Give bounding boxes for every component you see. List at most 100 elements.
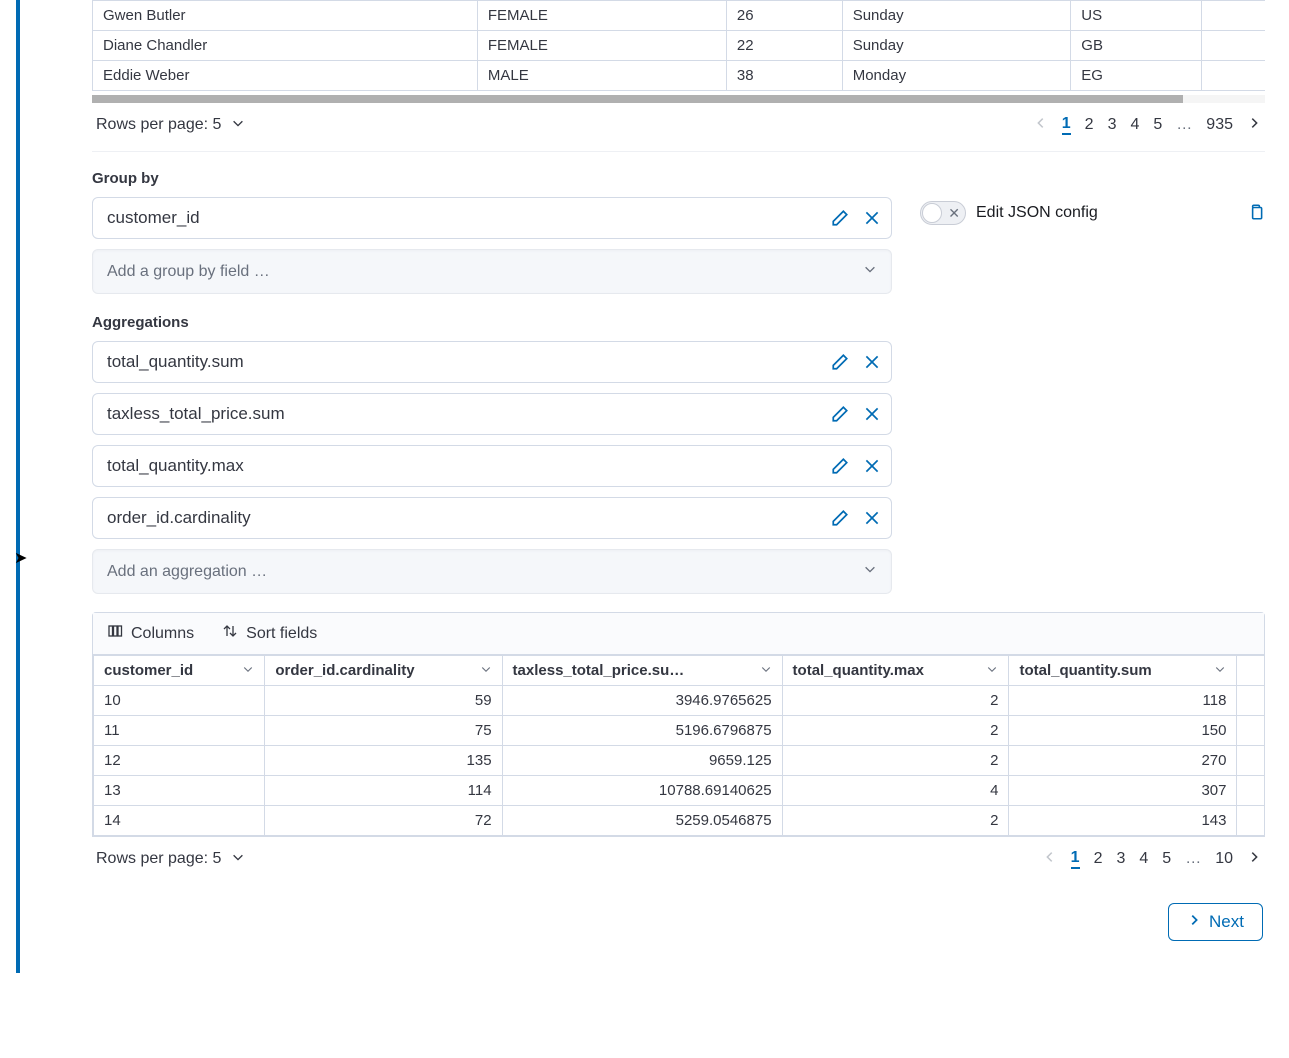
next-button-label: Next [1209,912,1244,932]
add-aggregation-select[interactable]: Add an aggregation … [92,549,892,594]
total-pages[interactable]: 10 [1215,850,1233,868]
divider [92,151,1265,152]
pagination: 1 2 3 4 5 … 10 [1043,849,1261,869]
cell: Sunday [842,31,1071,61]
cell: 118 [1009,686,1237,716]
close-icon[interactable] [863,353,881,371]
edit-icon[interactable] [831,457,849,475]
chevron-right-icon [1187,912,1201,932]
total-pages[interactable]: 935 [1206,116,1233,134]
group-by-heading: Group by [92,170,1265,187]
prev-page-button[interactable] [1043,850,1057,869]
chevron-down-icon [760,662,772,679]
table-row[interactable]: 11 75 5196.6796875 2 150 [94,716,1265,746]
column-header[interactable]: total_quantity.max [782,656,1009,686]
rows-per-page-select[interactable]: Rows per page: 5 [96,850,245,869]
cell: 22 [726,31,842,61]
table-row[interactable]: 14 72 5259.0546875 2 143 [94,806,1265,836]
page-number[interactable]: 3 [1108,116,1117,134]
edit-icon[interactable] [831,509,849,527]
sort-label: Sort fields [246,625,317,643]
page-number[interactable]: 4 [1130,116,1139,134]
scrollbar-thumb[interactable] [92,95,1183,103]
columns-icon [107,623,123,644]
cell: GB [1071,31,1202,61]
page-number[interactable]: 2 [1085,116,1094,134]
aggregation-item: total_quantity.sum [92,341,892,383]
rows-per-page-select[interactable]: Rows per page: 5 [96,116,245,135]
sort-icon [222,623,238,644]
cell: 12 [94,746,265,776]
edit-icon[interactable] [831,209,849,227]
chevron-down-icon [986,662,998,679]
page-number[interactable]: 1 [1062,115,1071,135]
close-icon[interactable] [863,509,881,527]
column-header[interactable]: total_quantity.sum [1009,656,1237,686]
page-number[interactable]: 5 [1162,850,1171,868]
chevron-down-icon [1214,662,1226,679]
cell [1237,686,1264,716]
cell: 11 [94,716,265,746]
copy-to-clipboard-button[interactable] [1247,203,1265,224]
cell [1202,31,1265,61]
aggregation-item-label: total_quantity.sum [107,352,244,372]
edit-icon[interactable] [831,405,849,423]
column-header[interactable]: customer_id [94,656,265,686]
page-number[interactable]: 3 [1116,850,1125,868]
close-icon[interactable] [863,457,881,475]
aggregation-item-label: total_quantity.max [107,456,244,476]
columns-label: Columns [131,625,194,643]
page-ellipsis: … [1176,116,1192,134]
page-number[interactable]: 5 [1153,116,1162,134]
cell: MALE [477,61,726,91]
page-number[interactable]: 4 [1139,850,1148,868]
close-icon[interactable] [863,405,881,423]
columns-button[interactable]: Columns [107,623,194,644]
table-row[interactable]: 10 59 3946.9765625 2 118 [94,686,1265,716]
horizontal-scrollbar[interactable] [92,95,1265,103]
cell: 2 [782,806,1009,836]
chevron-down-icon [863,562,877,581]
table-row[interactable]: 13 114 10788.69140625 4 307 [94,776,1265,806]
page-number[interactable]: 2 [1094,850,1103,868]
pagination: 1 2 3 4 5 … 935 [1034,115,1261,135]
table-row[interactable]: Diane Chandler FEMALE 22 Sunday GB [93,31,1266,61]
cell: 14 [94,806,265,836]
cell: FEMALE [477,31,726,61]
edit-icon[interactable] [831,353,849,371]
rows-per-page-label: Rows per page: 5 [96,116,221,134]
sort-fields-button[interactable]: Sort fields [222,623,317,644]
page-number[interactable]: 1 [1071,849,1080,869]
cell [1202,61,1265,91]
next-page-button[interactable] [1247,850,1261,869]
prev-page-button[interactable] [1034,116,1048,135]
source-table: Gwen Butler FEMALE 26 Sunday US Diane Ch… [92,0,1265,103]
column-header[interactable]: taxless_total_price.su… [502,656,782,686]
cell: Monday [842,61,1071,91]
table-row[interactable]: Gwen Butler FEMALE 26 Sunday US [93,1,1266,31]
cell: 135 [265,746,502,776]
add-group-by-select[interactable]: Add a group by field … [92,249,892,294]
column-header[interactable]: order_id.cardinality [265,656,502,686]
table-row[interactable]: 12 135 9659.125 2 270 [94,746,1265,776]
cell: 26 [726,1,842,31]
table-row[interactable]: Eddie Weber MALE 38 Monday EG [93,61,1266,91]
cell: 9659.125 [502,746,782,776]
edit-json-toggle[interactable]: ✕ [920,201,966,225]
close-icon[interactable] [863,209,881,227]
cell: 270 [1009,746,1237,776]
cell: 2 [782,746,1009,776]
results-panel: Columns Sort fields customer_id [92,612,1265,837]
chevron-down-icon [242,662,254,679]
cell: Diane Chandler [93,31,478,61]
group-by-item: customer_id [92,197,892,239]
edit-json-label: Edit JSON config [976,204,1098,222]
chevron-down-icon [231,850,245,869]
cell: 10788.69140625 [502,776,782,806]
next-page-button[interactable] [1247,116,1261,135]
aggregation-item-label: order_id.cardinality [107,508,251,528]
cell: 4 [782,776,1009,806]
cell: FEMALE [477,1,726,31]
next-button[interactable]: Next [1168,903,1263,941]
chevron-down-icon [480,662,492,679]
